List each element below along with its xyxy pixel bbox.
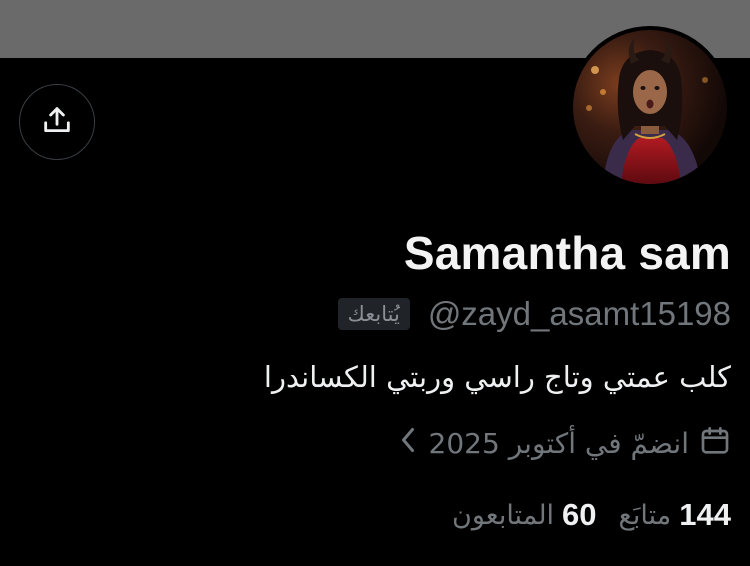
avatar-image [573, 30, 727, 184]
display-name: Samantha sam [403, 227, 731, 279]
following-label: متابَع [618, 499, 672, 531]
following-stat[interactable]: 144 متابَع [619, 497, 731, 533]
followers-stat[interactable]: 60 المتابعون [452, 497, 597, 533]
joined-date-row[interactable]: انضمّ في أكتوبر 2025 [393, 420, 731, 466]
follow-stats: 144 متابَع 60 المتابعون [452, 492, 731, 538]
username-handle: @zayd_asamt15198 [427, 295, 731, 332]
joined-date-text: انضمّ في أكتوبر 2025 [428, 426, 689, 460]
chevron-left-icon [397, 425, 419, 461]
followers-count: 60 [562, 497, 597, 532]
share-upload-icon [40, 103, 74, 141]
following-count: 144 [679, 497, 731, 532]
share-button[interactable] [19, 84, 95, 160]
avatar[interactable] [569, 26, 731, 188]
followers-label: المتابعون [452, 499, 555, 531]
handle-row: @zayd_asamt15198 يُتابعك [337, 292, 731, 336]
follows-you-badge: يُتابعك [337, 298, 410, 330]
calendar-icon [699, 425, 731, 461]
profile-bio: كلب عمتي وتاج راسي وربتي الكساندرا [263, 360, 731, 394]
